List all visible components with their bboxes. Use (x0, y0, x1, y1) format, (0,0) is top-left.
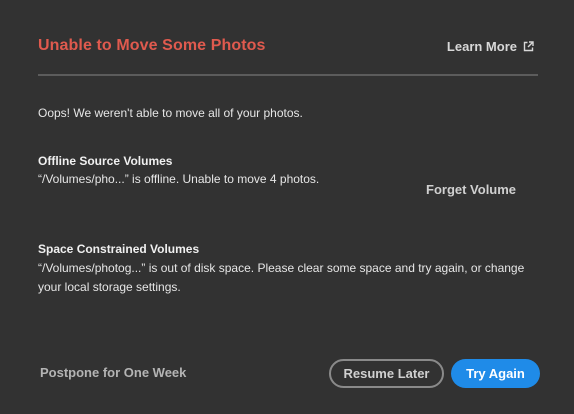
offline-volumes-heading: Offline Source Volumes (38, 154, 173, 168)
learn-more-label: Learn More (446, 39, 517, 54)
dialog-header: Unable to Move Some Photos Learn More (38, 36, 538, 76)
space-constrained-message: “/Volumes/photog...” is out of disk spac… (38, 261, 525, 294)
offline-volumes-message: “/Volumes/pho...” is offline. Unable to … (38, 172, 320, 186)
space-constrained-heading: Space Constrained Volumes (38, 242, 200, 256)
external-link-icon (523, 41, 534, 52)
try-again-button[interactable]: Try Again (451, 359, 540, 388)
postpone-button[interactable]: Postpone for One Week (40, 365, 186, 380)
forget-volume-button[interactable]: Forget Volume (426, 182, 516, 197)
intro-message: Oops! We weren't able to move all of you… (38, 106, 303, 120)
resume-later-button[interactable]: Resume Later (329, 359, 444, 388)
move-photos-error-dialog: Unable to Move Some Photos Learn More Oo… (0, 0, 574, 414)
dialog-title: Unable to Move Some Photos (38, 37, 266, 54)
learn-more-link[interactable]: Learn More (447, 39, 534, 54)
